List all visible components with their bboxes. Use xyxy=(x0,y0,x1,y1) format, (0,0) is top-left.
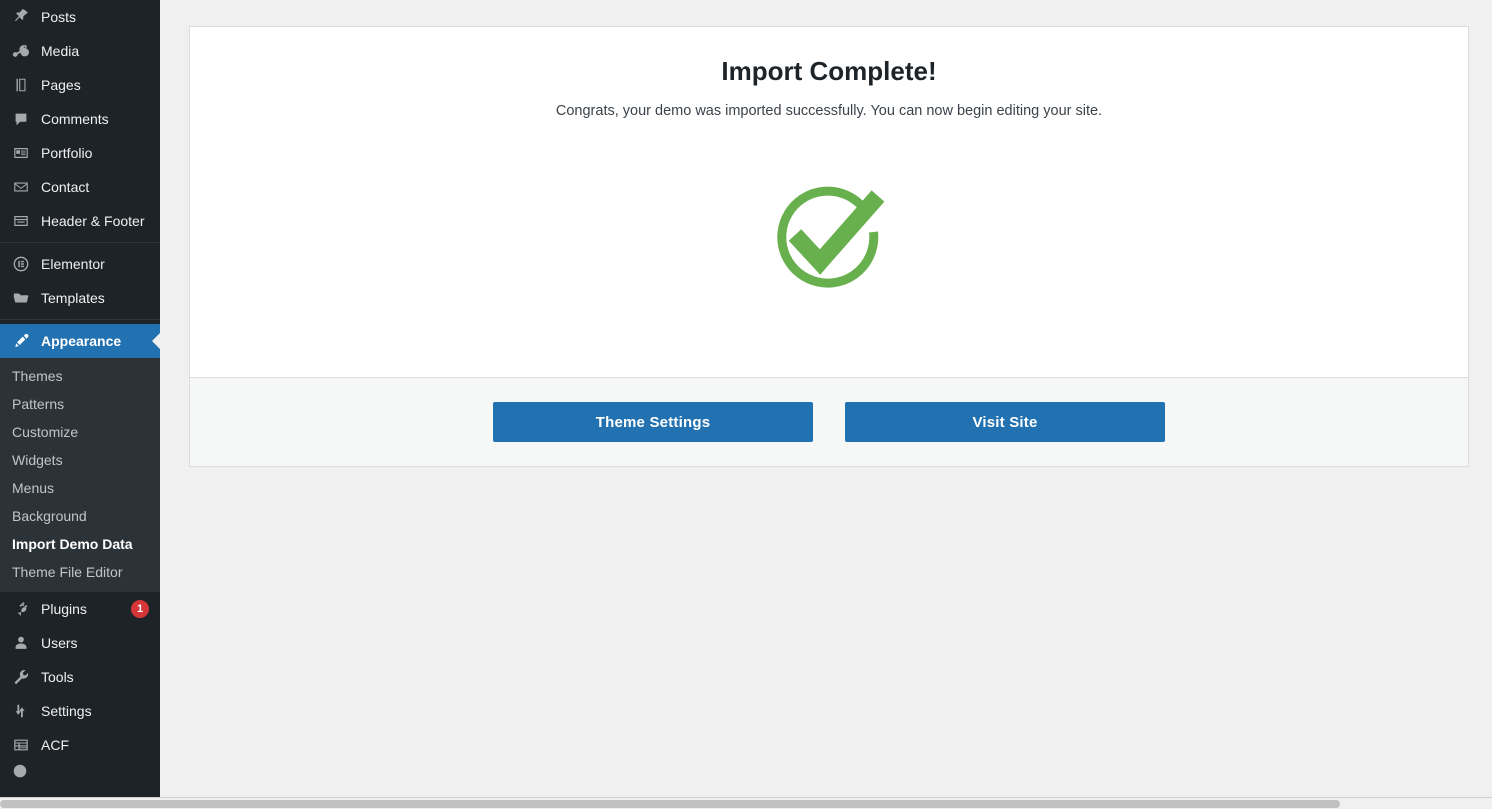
panel-body: Import Complete! Congrats, your demo was… xyxy=(190,27,1468,377)
sidebar-divider xyxy=(0,242,160,243)
horizontal-scrollbar-thumb[interactable] xyxy=(0,800,1340,808)
comments-icon xyxy=(11,109,31,129)
media-icon xyxy=(11,41,31,61)
sidebar-item-label: Settings xyxy=(41,703,92,719)
header-footer-icon xyxy=(11,211,31,231)
grid-table-icon xyxy=(11,735,31,755)
sidebar-item-label: Plugins xyxy=(41,601,87,617)
sliders-icon xyxy=(11,701,31,721)
sidebar-item-comments[interactable]: Comments xyxy=(0,102,160,136)
main-content: Import Complete! Congrats, your demo was… xyxy=(160,0,1492,809)
sidebar-item-acf[interactable]: ACF xyxy=(0,728,160,762)
sidebar-item-tools[interactable]: Tools xyxy=(0,660,160,694)
submenu-item-widgets[interactable]: Widgets xyxy=(0,446,160,474)
sidebar-item-label: Tools xyxy=(41,669,74,685)
sidebar-item-label: Elementor xyxy=(41,256,105,272)
pin-icon xyxy=(11,7,31,27)
folder-icon xyxy=(11,288,31,308)
portfolio-icon xyxy=(11,143,31,163)
status-icon-wrapper xyxy=(220,169,1438,305)
sidebar-item-label: Posts xyxy=(41,9,77,25)
appearance-submenu: Themes Patterns Customize Widgets Menus … xyxy=(0,358,160,592)
sidebar-item-label: Users xyxy=(41,635,78,651)
horizontal-scrollbar[interactable] xyxy=(0,797,1492,809)
sidebar-item-header-footer[interactable]: Header & Footer xyxy=(0,204,160,238)
sidebar-item-templates[interactable]: Templates xyxy=(0,281,160,315)
panel-footer: Theme Settings Visit Site xyxy=(190,377,1468,466)
page-title: Import Complete! xyxy=(721,56,937,86)
submenu-item-themes[interactable]: Themes xyxy=(0,362,160,390)
sidebar-item-label: Appearance xyxy=(41,333,122,349)
sidebar-item-label: Contact xyxy=(41,179,90,195)
sidebar-item-settings[interactable]: Settings xyxy=(0,694,160,728)
sidebar-item-portfolio[interactable]: Portfolio xyxy=(0,136,160,170)
submenu-item-customize[interactable]: Customize xyxy=(0,418,160,446)
sidebar-item-elementor[interactable]: Elementor xyxy=(0,247,160,281)
submenu-item-theme-file-editor[interactable]: Theme File Editor xyxy=(0,558,160,586)
sidebar-item-partial[interactable] xyxy=(0,762,160,778)
sidebar-item-contact[interactable]: Contact xyxy=(0,170,160,204)
visit-site-button[interactable]: Visit Site xyxy=(845,402,1165,442)
plug-icon xyxy=(11,599,31,619)
user-icon xyxy=(11,633,31,653)
sidebar-item-appearance[interactable]: Appearance xyxy=(0,324,160,358)
admin-sidebar: Posts Media Pages Comments Portfolio Con… xyxy=(0,0,160,809)
page-subtitle: Congrats, your demo was imported success… xyxy=(555,102,1103,119)
sidebar-item-label: Media xyxy=(41,43,80,59)
submenu-item-background[interactable]: Background xyxy=(0,502,160,530)
sidebar-item-pages[interactable]: Pages xyxy=(0,68,160,102)
submenu-item-import-demo-data[interactable]: Import Demo Data xyxy=(0,530,160,558)
sidebar-item-media[interactable]: Media xyxy=(0,34,160,68)
sidebar-item-plugins[interactable]: Plugins 1 xyxy=(0,592,160,626)
wrench-icon xyxy=(11,667,31,687)
submenu-item-patterns[interactable]: Patterns xyxy=(0,390,160,418)
import-complete-panel: Import Complete! Congrats, your demo was… xyxy=(189,26,1469,467)
green-check-circle-icon xyxy=(761,169,897,305)
partial-icon xyxy=(11,762,31,778)
elementor-icon xyxy=(11,254,31,274)
sidebar-item-users[interactable]: Users xyxy=(0,626,160,660)
sidebar-item-label: Header & Footer xyxy=(41,213,145,229)
sidebar-item-label: Templates xyxy=(41,290,105,306)
sidebar-item-label: Comments xyxy=(41,111,109,127)
sidebar-item-posts[interactable]: Posts xyxy=(0,0,160,34)
paintbrush-icon xyxy=(11,331,31,351)
sidebar-item-label: ACF xyxy=(41,737,69,753)
pages-icon xyxy=(11,75,31,95)
plugins-update-badge: 1 xyxy=(131,600,149,618)
admin-screen: Posts Media Pages Comments Portfolio Con… xyxy=(0,0,1492,809)
sidebar-divider-2 xyxy=(0,319,160,320)
sidebar-item-label: Portfolio xyxy=(41,145,93,161)
theme-settings-button[interactable]: Theme Settings xyxy=(493,402,813,442)
sidebar-item-label: Pages xyxy=(41,77,81,93)
envelope-icon xyxy=(11,177,31,197)
submenu-item-menus[interactable]: Menus xyxy=(0,474,160,502)
